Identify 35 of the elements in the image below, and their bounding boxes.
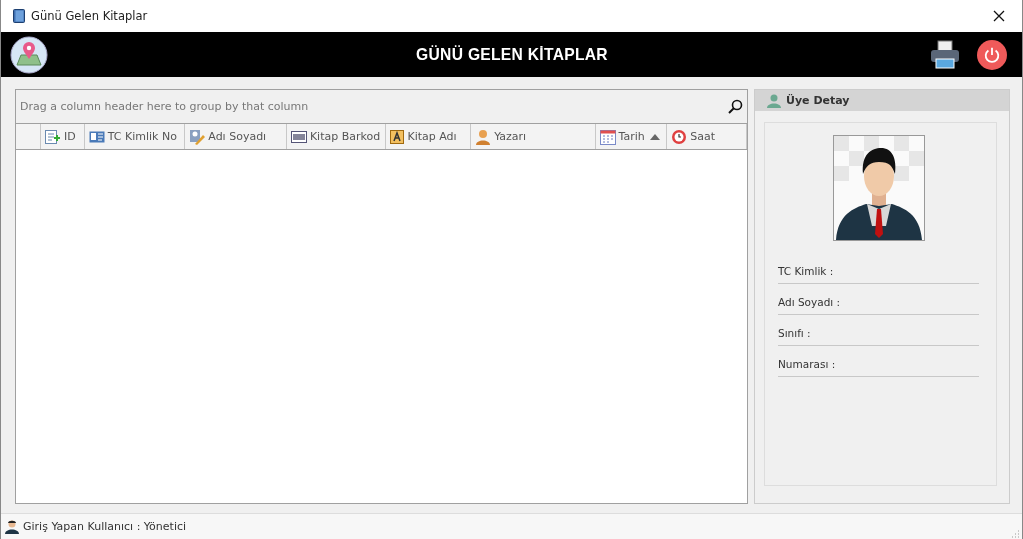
close-icon (993, 10, 1005, 22)
field-label: TC Kimlik : (778, 265, 834, 277)
column-header[interactable]: Tarih (595, 124, 668, 149)
id-card-icon (88, 130, 105, 143)
clock-icon (671, 128, 688, 145)
person-icon (475, 128, 492, 145)
printer-button[interactable] (928, 38, 962, 71)
power-button[interactable] (977, 39, 1007, 70)
person-pencil-icon (189, 128, 206, 145)
calendar-icon (599, 128, 616, 145)
letter-a-icon (390, 129, 405, 144)
field-label: Sınıfı : (778, 327, 811, 339)
column-header[interactable]: Kitap Barkod (286, 124, 387, 149)
map-pin-icon (9, 34, 49, 75)
field-label: Numarası : (778, 358, 836, 370)
column-header[interactable]: ID (40, 124, 85, 149)
search-icon[interactable] (727, 98, 743, 115)
column-header[interactable]: Kitap Adı (386, 124, 472, 149)
group-panel-hint: Drag a column header here to group by that column (20, 100, 309, 113)
power-icon (983, 45, 1001, 64)
window-title: Günü Gelen Kitaplar (31, 9, 148, 23)
column-header[interactable]: Yazarı (471, 124, 596, 149)
book-icon (13, 9, 25, 23)
column-header[interactable]: Saat (667, 124, 747, 149)
user-icon (5, 519, 19, 534)
page-title: GÜNÜ GELEN KİTAPLAR (415, 44, 608, 65)
status-text: Giriş Yapan Kullanıcı : Yönetici (23, 520, 187, 533)
user-icon (767, 93, 781, 108)
column-header[interactable]: TC Kimlik No (84, 124, 186, 149)
column-header[interactable]: Adı Soyadı (185, 124, 287, 149)
field-label: Adı Soyadı : (778, 296, 841, 308)
panel-title: Üye Detay (786, 94, 850, 107)
printer-icon (929, 39, 961, 70)
resize-grip-icon (1010, 529, 1020, 539)
document-add-icon (44, 129, 61, 144)
